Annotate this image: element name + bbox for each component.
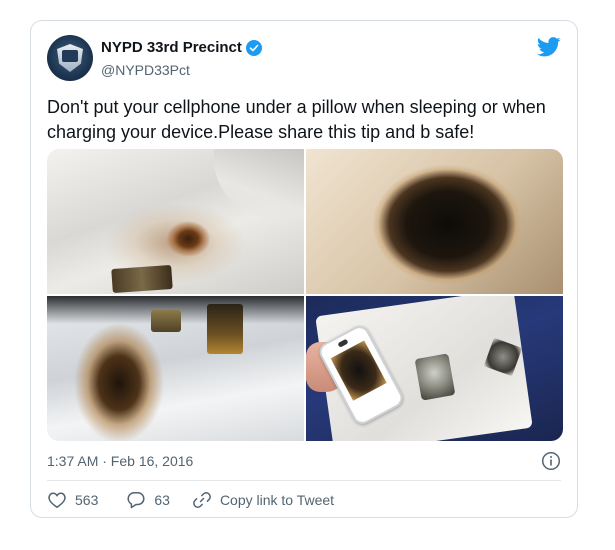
- like-count: 563: [75, 492, 99, 508]
- action-bar: 563 63 Copy link to Tweet: [47, 489, 334, 511]
- author-handle[interactable]: @NYPD33Pct: [101, 62, 190, 78]
- heart-icon: [48, 492, 66, 508]
- battery: [207, 304, 243, 354]
- verified-badge-icon: [245, 39, 262, 56]
- reply-button[interactable]: 63: [126, 490, 170, 510]
- author-name-row[interactable]: NYPD 33rd Precinct: [101, 39, 262, 56]
- phone-camera: [337, 338, 349, 348]
- tweet-text: Don't put your cellphone under a pillow …: [47, 97, 546, 142]
- burned-screen: [330, 340, 387, 401]
- reply-count: 63: [154, 492, 170, 508]
- burned-phone: [111, 264, 173, 294]
- tweet-card[interactable]: NYPD 33rd Precinct @NYPD33Pct Don't put …: [30, 20, 578, 518]
- photo-burned-batteries[interactable]: [47, 296, 304, 441]
- divider: [47, 480, 561, 481]
- battery: [151, 310, 181, 332]
- reply-icon: [127, 492, 145, 509]
- photo-burned-pillow[interactable]: [306, 149, 563, 294]
- copy-link-label: Copy link to Tweet: [219, 492, 335, 508]
- link-icon: [193, 492, 211, 508]
- like-button[interactable]: 563: [47, 490, 98, 510]
- media-grid[interactable]: [47, 149, 563, 441]
- author-name[interactable]: NYPD 33rd Precinct: [101, 39, 242, 56]
- photo-burned-sheet[interactable]: [47, 149, 304, 294]
- badge-inner: [62, 50, 78, 62]
- info-icon[interactable]: [541, 451, 561, 471]
- twitter-bird-icon[interactable]: [537, 37, 561, 57]
- photo-burned-phone-in-hand[interactable]: [306, 296, 563, 441]
- tweet-timestamp[interactable]: 1:37 AM · Feb 16, 2016: [47, 453, 193, 469]
- copy-link-button[interactable]: Copy link to Tweet: [192, 490, 334, 510]
- avatar[interactable]: [47, 35, 93, 81]
- pillow-fold: [214, 149, 304, 219]
- swollen-battery: [414, 353, 456, 401]
